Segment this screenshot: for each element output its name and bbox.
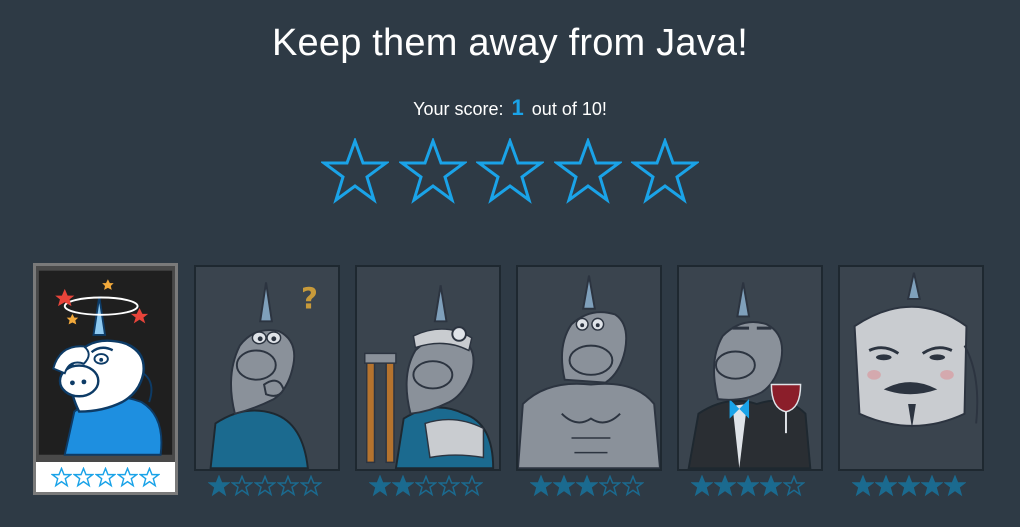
masked-unicorn-illustration xyxy=(853,272,979,429)
page-title: Keep them away from Java! xyxy=(272,22,748,64)
star-outline-icon xyxy=(300,475,322,497)
score-value: 1 xyxy=(511,95,524,120)
card-masked-unicorn[interactable] xyxy=(838,265,984,471)
card-injured-unicorn[interactable] xyxy=(355,265,501,471)
star-outline-icon xyxy=(622,475,644,497)
star-outline-icon xyxy=(461,475,483,497)
card-thinking-unicorn[interactable]: ? xyxy=(194,265,340,471)
star-outline-icon xyxy=(438,475,460,497)
score-line: Your score: 1 out of 10! xyxy=(0,95,1020,121)
star-icon-5[interactable] xyxy=(631,138,699,204)
card-rating-3 xyxy=(530,475,644,499)
star-outline-icon xyxy=(415,475,437,497)
thinking-unicorn-illustration: ? xyxy=(209,282,318,469)
star-icon-3[interactable] xyxy=(476,138,544,204)
star-icon-2[interactable] xyxy=(398,138,467,204)
star-outline-icon xyxy=(254,475,276,497)
star-filled-icon xyxy=(875,475,897,497)
muscle-unicorn-illustration xyxy=(518,275,660,469)
star-filled-icon xyxy=(369,475,391,497)
star-icon-1[interactable] xyxy=(321,138,389,204)
card-tuxedo-unicorn[interactable] xyxy=(677,265,823,471)
star-filled-icon xyxy=(852,475,874,497)
star-outline-icon xyxy=(95,466,116,487)
svg-text:?: ? xyxy=(301,282,318,316)
star-filled-icon xyxy=(392,475,414,497)
score-suffix: out of 10! xyxy=(531,99,607,119)
star-outline-icon xyxy=(599,475,621,497)
star-filled-icon xyxy=(691,475,713,497)
star-outline-icon xyxy=(783,475,805,497)
card-rating-strip xyxy=(36,462,175,492)
star-filled-icon xyxy=(208,475,230,497)
injured-unicorn-illustration xyxy=(364,285,495,469)
card-rating-4 xyxy=(691,475,805,499)
star-outline-icon xyxy=(73,466,94,487)
star-outline-icon xyxy=(51,466,72,487)
star-filled-icon xyxy=(576,475,598,497)
star-filled-icon xyxy=(553,475,575,497)
star-filled-icon xyxy=(714,475,736,497)
card-rating-1 xyxy=(208,475,322,499)
star-filled-icon xyxy=(530,475,552,497)
score-prefix: Your score: xyxy=(413,99,504,119)
star-filled-icon xyxy=(944,475,966,497)
card-rating-2 xyxy=(369,475,483,499)
dizzy-unicorn-illustration xyxy=(38,270,173,456)
star-filled-icon xyxy=(760,475,782,497)
rating-stars[interactable] xyxy=(321,138,699,204)
star-outline-icon xyxy=(117,466,138,487)
card-rating-5 xyxy=(852,475,966,499)
star-filled-icon xyxy=(737,475,759,497)
card-dizzy-unicorn[interactable] xyxy=(33,263,178,495)
card-muscle-unicorn[interactable] xyxy=(516,265,662,471)
star-outline-icon xyxy=(231,475,253,497)
star-outline-icon xyxy=(139,466,160,487)
star-filled-icon xyxy=(921,475,943,497)
star-outline-icon xyxy=(277,475,299,497)
star-icon-4[interactable] xyxy=(553,138,622,204)
star-filled-icon xyxy=(898,475,920,497)
tuxedo-unicorn-illustration xyxy=(687,282,812,469)
